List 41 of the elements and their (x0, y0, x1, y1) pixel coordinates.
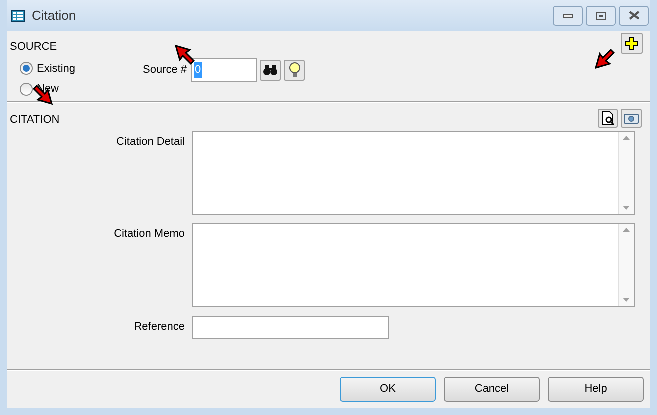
close-button[interactable] (619, 6, 649, 26)
field-label: Source # (143, 62, 188, 78)
memo-field[interactable] (192, 223, 635, 307)
scrollbar[interactable] (618, 224, 634, 306)
radio-button[interactable] (20, 82, 33, 96)
maximize-button[interactable] (586, 6, 616, 26)
maximize-icon (596, 12, 606, 20)
scroll-up-icon[interactable] (623, 136, 630, 140)
field-label: Citation Memo (113, 227, 185, 242)
memo-field[interactable] (192, 131, 635, 215)
plus-icon (625, 36, 639, 50)
radio-button[interactable] (20, 62, 33, 76)
scroll-down-icon[interactable] (623, 298, 630, 302)
scrollbar[interactable] (618, 132, 634, 214)
minimize-button[interactable] (553, 6, 583, 26)
dialog-button[interactable]: Help (548, 377, 644, 402)
camera-button[interactable] (621, 108, 642, 128)
window-title: Citation (32, 6, 76, 25)
lightbulb-icon (288, 62, 301, 78)
search-button[interactable] (260, 60, 282, 80)
reference-field[interactable] (192, 316, 389, 339)
document-search-icon (602, 110, 614, 126)
close-icon (628, 11, 640, 20)
scroll-down-icon[interactable] (623, 206, 630, 210)
pointer-arrow-icon (174, 44, 196, 66)
section-heading: CITATION (10, 112, 60, 128)
binoculars-icon (263, 64, 278, 76)
radio-option[interactable]: Existing (20, 60, 130, 77)
add-button[interactable] (621, 33, 643, 54)
pointer-arrow-icon (594, 48, 616, 70)
field-label: Citation Detail (116, 135, 185, 150)
preview-button[interactable] (598, 108, 618, 128)
field-label: Reference (133, 320, 185, 336)
dialog-button[interactable]: Cancel (444, 377, 540, 402)
minimize-icon (563, 14, 573, 18)
scroll-up-icon[interactable] (623, 228, 630, 232)
hint-button[interactable] (284, 60, 306, 80)
section-heading: SOURCE (10, 40, 58, 55)
form-icon (11, 10, 25, 22)
dialog-button[interactable]: OK (340, 377, 436, 402)
camera-icon (624, 112, 639, 124)
